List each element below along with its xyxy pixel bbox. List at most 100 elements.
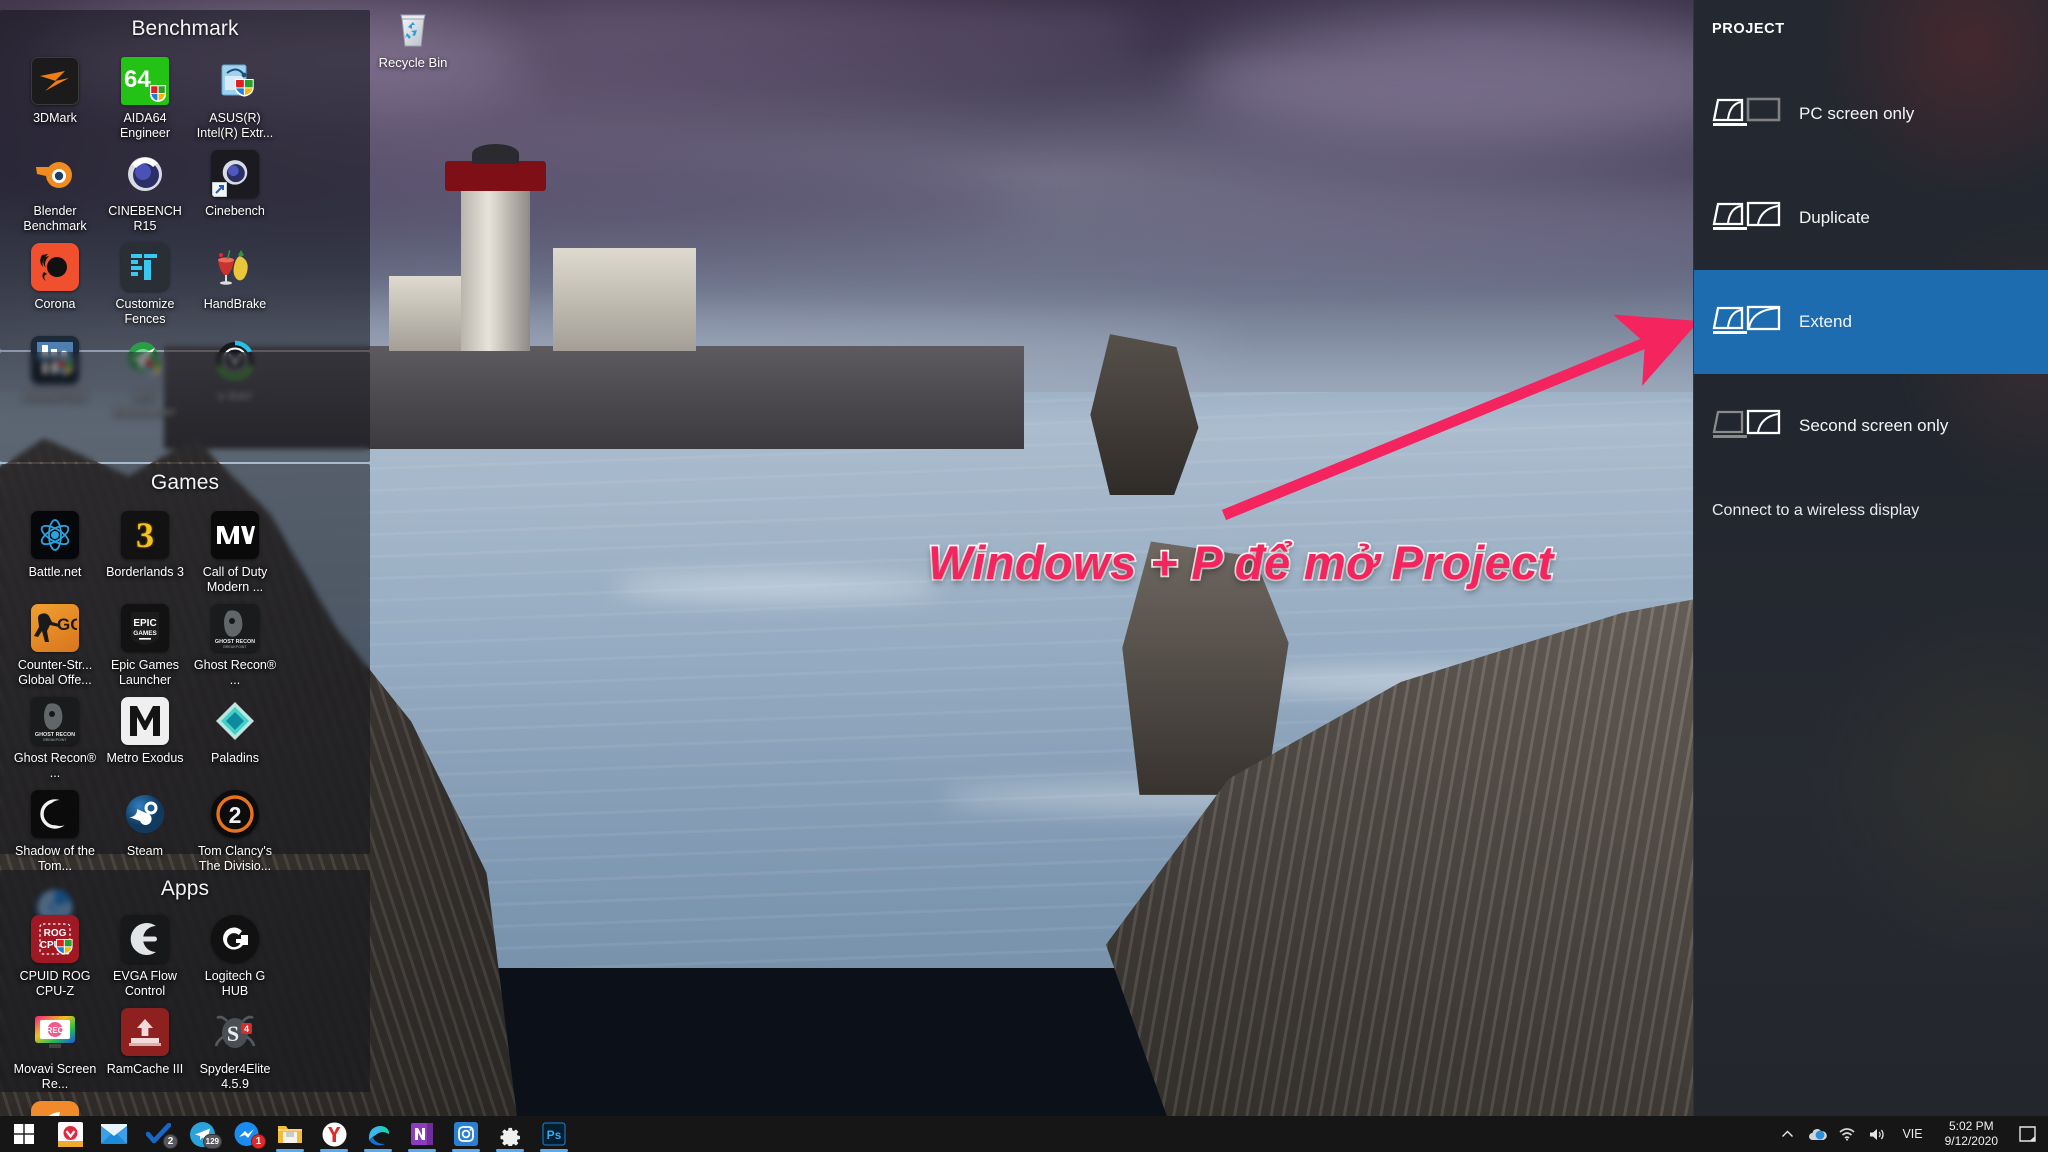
desktop-icon-epic-games-launcher[interactable]: EPIC GAMES Epic Games Launcher [100,598,190,691]
desktop-icon-logitech-ghub[interactable]: Logitech G HUB [190,909,280,1002]
wallpaper-building [552,247,697,352]
desktop-icon-borderlands3[interactable]: 3 Borderlands 3 [100,505,190,598]
icon-label: Call of Duty Modern ... [202,565,268,594]
volume-icon[interactable] [1862,1116,1892,1152]
svg-text:EPIC: EPIC [133,618,156,629]
desktop-icon-spyder4elite[interactable]: S 4 Spyder4Elite 4.5.9 [190,1002,280,1095]
desktop-icon-ghost-recon-2[interactable]: GHOST RECON BREAKPOINT Ghost Recon® ... [10,691,100,784]
desktop-icon-movavi-screen-recorder[interactable]: REC Movavi Screen Re... [10,1002,100,1095]
wallpaper-lighthouse [445,144,546,352]
folder-icon [278,1126,302,1143]
steam-icon [121,790,169,838]
wallpaper-foam [614,576,943,600]
desktop-icon-ramcache-iii[interactable]: RamCache III [100,1002,190,1095]
taskbar-button-settings[interactable] [488,1116,532,1152]
paladins-icon [211,697,259,745]
svg-text:BREAKPOINT: BREAKPOINT [223,645,247,649]
project-option-label: PC screen only [1799,104,1915,123]
desktop-icon-csgo[interactable]: GO Counter-Str... Global Offe... [10,598,100,691]
icon-label: Metro Exodus [106,751,184,765]
clock[interactable]: 5:02 PM 9/12/2020 [1933,1119,2010,1149]
desktop-icon-label: Recycle Bin [378,55,448,70]
icon-label: CINEBENCH R15 [108,204,182,233]
icon-label: AIDA64 Engineer [119,111,171,140]
coccoc-icon [57,1121,83,1147]
desktop-icon-cinebench-r15[interactable]: CINEBENCH R15 [100,144,190,237]
desktop-icon-3dmark[interactable]: 3DMark [10,51,100,144]
taskbar-button-messenger[interactable]: 1 [224,1116,268,1152]
taskbar-button-photoshop[interactable]: Ps [532,1116,576,1152]
taskbar-button-coccoc-browser[interactable] [48,1116,92,1152]
fence-empty[interactable] [0,352,370,462]
show-hidden-icons-chevron[interactable] [1772,1116,1802,1152]
taskbar-button-file-explorer[interactable] [268,1116,312,1152]
desktop-icon-steam[interactable]: Steam [100,784,190,877]
fence-title-apps: Apps [160,877,210,900]
fence-title-games: Games [150,471,220,494]
fence-benchmark[interactable]: Benchmark 3DMark 64 AIDA64 Engineer ASUS… [0,10,370,419]
desktop-icon-cinebench[interactable]: Cinebench [190,144,280,237]
desktop-icon-asus-intel-extreme[interactable]: ASUS(R) Intel(R) Extr... [190,51,280,144]
project-option-pc-screen-only[interactable]: PC screen only [1694,62,2048,166]
svg-text:BREAKPOINT: BREAKPOINT [43,738,67,742]
language-indicator[interactable]: VIE [1892,1127,1932,1141]
desktop-icon-customize-fences[interactable]: Customize Fences [100,237,190,330]
desktop-icon-cpuid-rog-cpuz[interactable]: ROG CPU-Z CPUID ROG CPU-Z [10,909,100,1002]
icon-label: Customize Fences [115,297,175,326]
taskbar-button-microsoft-edge[interactable] [356,1116,400,1152]
svg-text:2: 2 [229,802,242,828]
icon-label: ASUS(R) Intel(R) Extr... [196,111,274,140]
onedrive-icon[interactable] [1802,1116,1832,1152]
desktop-icon-the-division-2[interactable]: 2 Tom Clancy's The Divisio... [190,784,280,877]
action-center-icon[interactable] [2010,1116,2044,1152]
connect-wireless-display-link[interactable]: Connect to a wireless display [1694,478,2048,520]
icon-label: RamCache III [106,1062,184,1076]
display-extend-icon [1712,305,1781,334]
display-pc-only-icon [1712,97,1781,126]
project-option-duplicate[interactable]: Duplicate [1694,166,2048,270]
system-tray: VIE 5:02 PM 9/12/2020 [1772,1116,2048,1152]
desktop-icon-aida64[interactable]: 64 AIDA64 Engineer [100,51,190,144]
desktop-icon-handbrake[interactable]: HandBrake [190,237,280,330]
desktop-icon-call-of-duty[interactable]: Call of Duty Modern ... [190,505,280,598]
desktop-icon-metro-exodus[interactable]: Metro Exodus [100,691,190,784]
desktop-icon-paladins[interactable]: Paladins [190,691,280,784]
fence-games[interactable]: Games Battle.net 3 Borderlands 3 Call of… [0,464,370,951]
start-button[interactable] [0,1116,48,1152]
taskbar-button-mail[interactable] [92,1116,136,1152]
taskbar-button-yandex-browser[interactable] [312,1116,356,1152]
desktop-icon-blender-benchmark[interactable]: Blender Benchmark [10,144,100,237]
taskbar-button-onenote[interactable] [400,1116,444,1152]
desktop-icon-recycle-bin[interactable]: Recycle Bin [365,6,461,70]
icon-label: Battle.net [28,565,82,579]
taskbar-button-todo[interactable]: 2 [136,1116,180,1152]
desktop-icon-battlenet[interactable]: Battle.net [10,505,100,598]
ghost-recon-icon: GHOST RECON BREAKPOINT [31,697,79,745]
project-option-second-screen-only[interactable]: Second screen only [1694,374,2048,478]
desktop-icon-evga-flow-control[interactable]: EVGA Flow Control [100,909,190,1002]
epic-games-icon: EPIC GAMES [121,604,169,652]
taskbar-badge: 1 [251,1134,266,1149]
svg-text:GO: GO [57,615,77,634]
project-option-extend[interactable]: Extend [1694,270,2048,374]
icon-label: Movavi Screen Re... [13,1062,97,1091]
icon-label: Ghost Recon® ... [13,751,97,780]
svg-text:S: S [227,1021,239,1046]
icon-label: Ghost Recon® ... [193,658,277,687]
shadow-tomb-raider-icon [31,790,79,838]
cpuz-rog-icon: ROG CPU-Z [31,915,79,963]
display-duplicate-icon [1712,201,1781,230]
desktop-icon-corona[interactable]: Corona [10,237,100,330]
recycle-bin-icon [400,14,426,47]
icon-label: HandBrake [203,297,267,311]
fence-title-benchmark: Benchmark [131,17,239,40]
taskbar-button-telegram[interactable]: 129 [180,1116,224,1152]
wifi-icon[interactable] [1832,1116,1862,1152]
desktop-icon-shadow-of-the-tomb-raider[interactable]: Shadow of the Tom... [10,784,100,877]
desktop-root: Recycle Bin Benchmark 3DMark 64 AIDA64 E… [0,0,2048,1152]
metro-exodus-icon [121,697,169,745]
display-second-only-icon [1712,409,1781,438]
taskbar-button-instagram[interactable] [444,1116,488,1152]
fence-apps[interactable]: Apps ROG CPU-Z CPUID ROG CPU-Z EVGA Flow… [0,870,370,1149]
desktop-icon-ghost-recon-1[interactable]: GHOST RECON BREAKPOINT Ghost Recon® ... [190,598,280,691]
